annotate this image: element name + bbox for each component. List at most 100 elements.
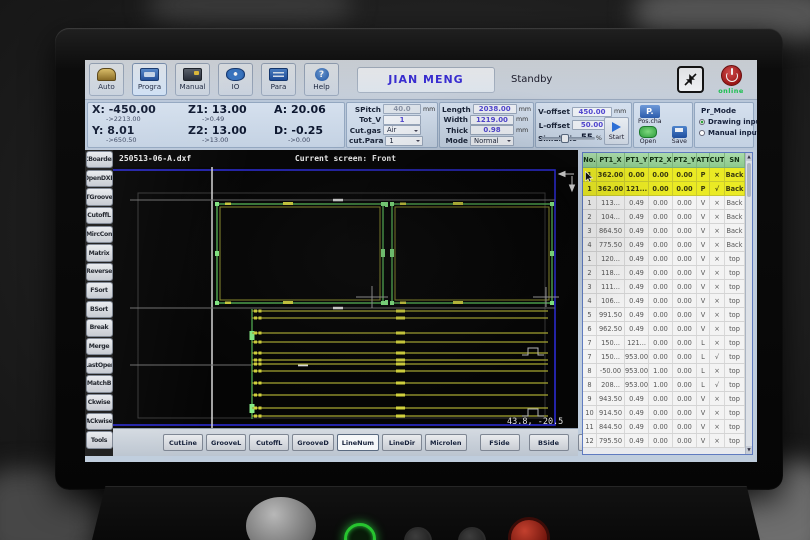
sidebar-item-bsort[interactable]: BSort <box>86 301 113 318</box>
table-scrollbar[interactable]: ▲ ▼ <box>745 153 752 454</box>
bottom-button-microlen[interactable]: Microlen <box>425 434 466 451</box>
table-cell: 864.50 <box>597 224 625 237</box>
table-row[interactable]: 12795.500.490.000.00V×top <box>583 434 745 448</box>
sidebar-item-cboarder[interactable]: CBoarder <box>86 151 113 168</box>
bottom-button-fside[interactable]: FSide <box>480 434 520 451</box>
program-icon <box>140 68 159 81</box>
table-cell: top <box>725 252 745 265</box>
cut-settings-panel: SPitch40.0mm Tot_V1 Cut.gasAir cut.Para1 <box>346 102 438 148</box>
toolbar-button-para[interactable]: Para <box>261 63 296 96</box>
table-cell: 7 <box>583 350 597 363</box>
sidebar-item-merge[interactable]: Merge <box>86 338 113 355</box>
fit-screen-button[interactable] <box>677 66 704 93</box>
cutpara-select[interactable]: 1 <box>385 136 423 146</box>
save-button[interactable]: Save <box>672 126 687 145</box>
table-cell: V <box>697 266 710 279</box>
table-cell: 113... <box>597 196 625 209</box>
sidebar-item-break[interactable]: Break <box>86 319 113 336</box>
cad-canvas[interactable]: 43.8, -20.5 <box>113 167 578 428</box>
bottom-button-groovel[interactable]: GrooveL <box>206 434 246 451</box>
table-row[interactable]: 5991.500.490.000.00V×top <box>583 308 745 322</box>
table-row[interactable]: 6962.500.490.000.00V×top <box>583 322 745 336</box>
sidebar-item-tgroove[interactable]: TGroove <box>86 188 113 205</box>
table-cell: 121... <box>625 182 649 195</box>
sidebar-item-fsort[interactable]: FSort <box>86 282 113 299</box>
manual-input-option[interactable]: Manual input <box>699 129 751 137</box>
toolbar-button-help[interactable]: ?Help <box>304 63 339 96</box>
bottom-button-linenum[interactable]: LineNum <box>337 434 379 451</box>
table-cell: top <box>725 294 745 307</box>
table-cell: 0.00 <box>649 210 673 223</box>
width-field[interactable]: 1219.00 <box>470 115 514 125</box>
cutgas-select[interactable]: Air <box>383 125 421 135</box>
radio-icon <box>699 130 705 136</box>
mode-select[interactable]: Normal <box>470 136 514 146</box>
table-row[interactable]: 7150...121...0.000.00L×top <box>583 336 745 350</box>
table-body: No.PT1_XPT1_YPT2_XPT2_YATTCUTSN 1362.000… <box>583 153 745 454</box>
power-button[interactable] <box>721 65 742 86</box>
sidebar-item-ckwise[interactable]: Ckwise <box>86 394 113 411</box>
table-cell: 991.50 <box>597 308 625 321</box>
table-cell: 0.00 <box>673 378 697 391</box>
open-button[interactable]: Open <box>639 126 657 145</box>
sidebar-item-ackwise[interactable]: ACkwise <box>86 413 113 430</box>
sidebar-item-reverse[interactable]: Reverse <box>86 263 113 280</box>
table-row[interactable]: 8-50.00953.001.000.00L×top <box>583 364 745 378</box>
bottom-button-cutline[interactable]: CutLine <box>163 434 203 451</box>
machine-title-button[interactable]: JIAN MENG <box>357 67 495 93</box>
scroll-down-icon[interactable]: ▼ <box>746 446 752 454</box>
table-cell: × <box>710 406 725 419</box>
sidebar-item-lastoper[interactable]: LastOper <box>86 357 113 374</box>
scroll-up-icon[interactable]: ▲ <box>746 153 752 161</box>
scroll-thumb[interactable] <box>747 163 751 197</box>
thick-field[interactable]: 0.98 <box>470 125 514 135</box>
bottom-button-cutoffl[interactable]: CutoffL <box>249 434 289 451</box>
table-cell: 0.00 <box>649 350 673 363</box>
cursor-position: 43.8, -20.5 <box>507 417 563 427</box>
table-row[interactable]: 7150...953.000.000.00L√top <box>583 350 745 364</box>
table-row[interactable]: 1362.000.000.000.00P×Back <box>583 168 745 182</box>
table-row[interactable]: 4106...0.490.000.00V×top <box>583 294 745 308</box>
toolbar-button-io[interactable]: IO <box>218 63 253 96</box>
bottom-button-grooved[interactable]: GrooveD <box>292 434 334 451</box>
table-row[interactable]: 10914.500.490.000.00V×top <box>583 406 745 420</box>
sidebar-item-matrix[interactable]: Matrix <box>86 244 113 261</box>
toolbar-button-progra[interactable]: Progra <box>132 63 167 96</box>
bottom-button-bside[interactable]: BSide <box>529 434 569 451</box>
toolbar-button-manual[interactable]: Manual <box>175 63 210 96</box>
table-cell: 0.00 <box>673 392 697 405</box>
table-row[interactable]: 1120...0.490.000.00V×top <box>583 252 745 266</box>
length-field[interactable]: 2038.00 <box>473 104 517 114</box>
table-cell: Back <box>725 238 745 251</box>
table-cell: 0.00 <box>649 322 673 335</box>
table-row[interactable]: 9943.500.490.000.00V×top <box>583 392 745 406</box>
position-change-button[interactable]: P. Pos.cha <box>638 105 662 125</box>
drawing-input-option[interactable]: Drawing inpu <box>699 118 751 126</box>
sidebar-item-cutoffl[interactable]: CutoffL <box>86 207 113 224</box>
simulation-slider[interactable] <box>541 137 595 140</box>
toolbar-button-auto[interactable]: Auto <box>89 63 124 96</box>
totv-field[interactable]: 1 <box>383 115 421 125</box>
table-cell: 0.49 <box>625 308 649 321</box>
spitch-field[interactable]: 40.0 <box>383 104 421 114</box>
table-row[interactable]: 4775.500.490.000.00V×Back <box>583 238 745 252</box>
start-button[interactable]: Start <box>604 117 629 145</box>
table-row[interactable]: 8208...953.001.000.00L√top <box>583 378 745 392</box>
voffset-field[interactable]: 450.00 <box>572 107 612 117</box>
sidebar-item-mirccon[interactable]: MircCon <box>86 226 113 243</box>
column-header-pt1-y: PT1_Y <box>625 153 649 167</box>
table-cell: 362.00 <box>597 168 625 181</box>
slider-thumb[interactable] <box>561 134 569 143</box>
table-row[interactable]: 3111...0.490.000.00V×top <box>583 280 745 294</box>
table-row[interactable]: 2104...0.490.000.00V×Back <box>583 210 745 224</box>
table-cell: 0.00 <box>673 182 697 195</box>
sidebar-item-opendxf[interactable]: OpenDXF <box>86 170 113 187</box>
table-row[interactable]: 1362.00121...0.000.00P√Back <box>583 182 745 196</box>
table-row[interactable]: 2118...0.490.000.00V×top <box>583 266 745 280</box>
table-row[interactable]: 11844.500.490.000.00V×top <box>583 420 745 434</box>
table-row[interactable]: 3864.500.490.000.00V×Back <box>583 224 745 238</box>
table-row[interactable]: 1113...0.490.000.00V×Back <box>583 196 745 210</box>
sidebar-item-tools[interactable]: Tools <box>86 431 113 448</box>
sidebar-item-matchb[interactable]: MatchB <box>86 375 113 392</box>
bottom-button-linedir[interactable]: LineDir <box>382 434 422 451</box>
